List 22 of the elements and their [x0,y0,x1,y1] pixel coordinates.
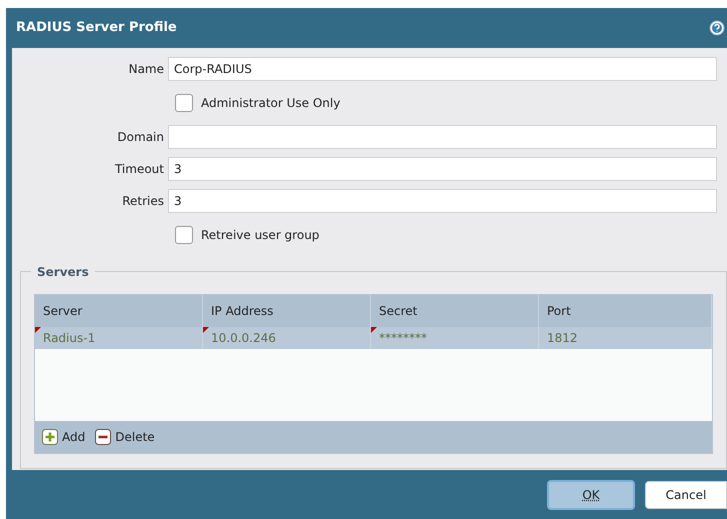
table-cell: 1812 [539,327,712,349]
minus-icon [95,429,112,445]
checkbox[interactable] [175,94,193,112]
field-label: Retries [121,193,165,210]
field-label: Domain [116,129,165,146]
text-field[interactable]: 3 [168,157,717,181]
text-field[interactable] [168,125,717,149]
add-button[interactable]: Add [42,428,86,446]
checkbox-label: Administrator Use Only [201,95,340,112]
plus-icon [42,429,58,445]
checkbox-label: Retreive user group [201,227,320,244]
dialog-button[interactable]: Cancel [645,480,727,508]
field-label: Name [128,61,165,78]
text-field[interactable]: Corp-RADIUS [168,57,717,81]
window-title: RADIUS Server Profile [16,19,177,38]
checkbox[interactable] [175,226,193,244]
delete-button[interactable]: Delete [95,428,155,446]
field-label: Timeout [114,161,165,178]
dialog-button[interactable]: OK [547,480,635,510]
text-field[interactable]: 3 [168,189,717,213]
help-icon[interactable] [709,20,725,36]
table-cell: ******** [371,327,539,349]
